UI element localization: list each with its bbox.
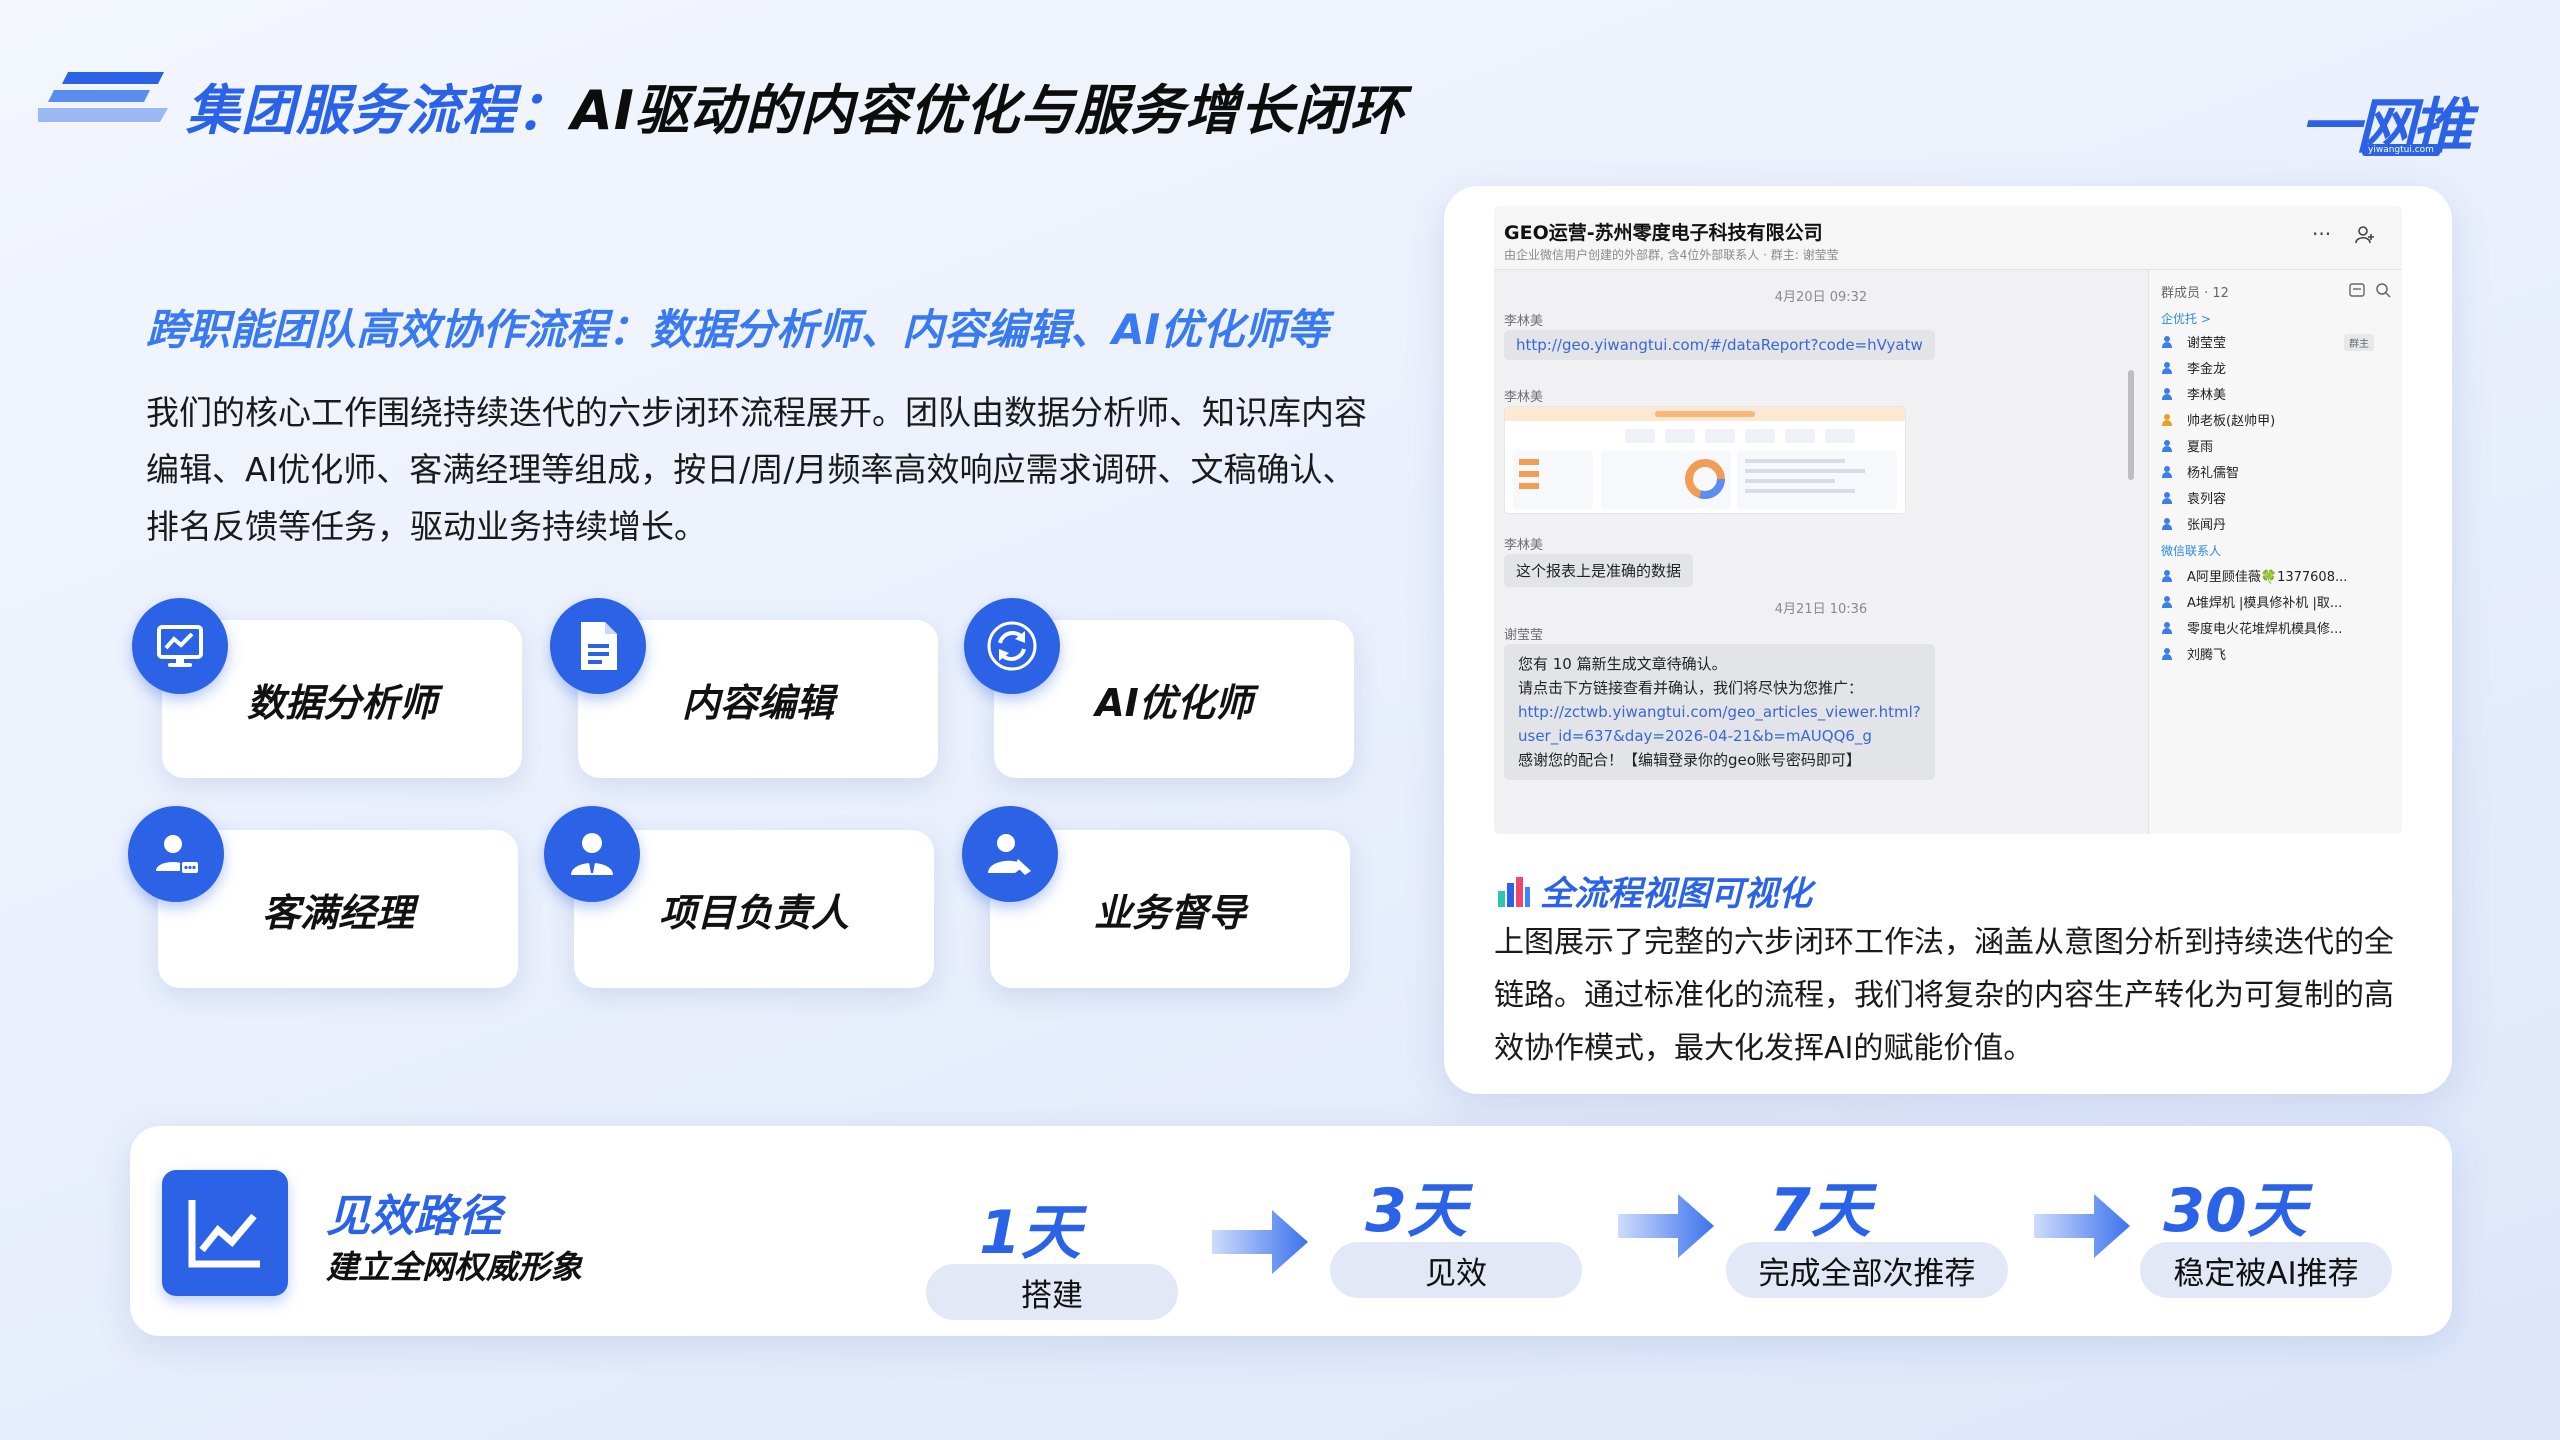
member-item[interactable]: 零度电火花堆焊机模具修...	[2161, 618, 2342, 637]
effect-path-title: 见效路径	[326, 1191, 502, 1242]
monitor-chart-icon	[132, 598, 228, 694]
chat-header: GEO运营-苏州零度电子科技有限公司 由企业微信用户创建的外部群, 含4位外部联…	[1494, 206, 2402, 270]
member-item[interactable]: 杨礼儒智	[2161, 462, 2239, 481]
chat-scrollbar[interactable]	[2128, 370, 2134, 480]
brand-logo-url: yiwangtui.com	[2362, 144, 2440, 156]
member-item[interactable]: 谢莹莹	[2161, 332, 2226, 351]
message-line: 感谢您的配合！【编辑登录你的geo账号密码即可】	[1518, 751, 1861, 769]
message-sender: 李林美	[1504, 538, 1544, 553]
step-label: 见效	[1330, 1242, 1582, 1298]
workflow-panel: GEO运营-苏州零度电子科技有限公司 由企业微信用户创建的外部群, 含4位外部联…	[1444, 186, 2452, 1094]
more-icon[interactable]: ···	[2312, 222, 2331, 246]
member-item[interactable]: 帅老板(赵帅甲)	[2161, 410, 2275, 429]
role-label: AI优化师	[1095, 680, 1253, 725]
line-chart-icon	[162, 1170, 288, 1296]
page-title-main: AI驱动的内容优化与服务增长闭环	[571, 79, 1405, 142]
collapse-panel-icon[interactable]	[2349, 283, 2365, 297]
role-label: 客满经理	[261, 890, 414, 935]
bar-chart-icon	[1498, 876, 1530, 907]
user-chat-icon	[128, 806, 224, 902]
message-sender: 谢莹莹	[1504, 628, 1544, 643]
timestamp: 4月21日 10:36	[1774, 602, 1868, 617]
person-icon	[2161, 387, 2173, 400]
person-icon	[2161, 595, 2173, 608]
arrow-right-icon	[2034, 1194, 2130, 1258]
member-item[interactable]: 袁列容	[2161, 488, 2226, 507]
message-line: 请点击下方链接查看并确认，我们将尽快为您推广：	[1518, 679, 1864, 697]
member-category-internal[interactable]: 企优托 >	[2161, 310, 2211, 327]
step-duration: 30天	[2163, 1176, 2307, 1246]
member-category-wechat[interactable]: 微信联系人	[2161, 542, 2221, 559]
message-sender: 李林美	[1504, 390, 1544, 405]
feature-description: 上图展示了完整的六步闭环工作法，涵盖从意图分析到持续迭代的全链路。通过标准化的流…	[1494, 925, 2394, 1066]
search-icon[interactable]	[2375, 282, 2391, 298]
person-icon	[2161, 413, 2173, 426]
member-item[interactable]: A堆焊机 |模具修补机 |取...	[2161, 592, 2342, 611]
message-bubble: 这个报表上是准确的数据	[1504, 554, 1694, 587]
person-icon	[2161, 335, 2173, 348]
effect-path-bar: 见效路径 建立全网权威形象 1天 搭建 3天 见效 7天 完成全部次推荐 30天…	[130, 1126, 2452, 1336]
article-link-line-2[interactable]: user_id=637&day=2026-04-21&b=mAUQQ6_g	[1518, 724, 1921, 748]
member-item[interactable]: A阿里顾佳薇🍀1377608...	[2161, 566, 2347, 585]
role-label: 数据分析师	[246, 680, 437, 725]
members-header: 群成员 · 12	[2161, 286, 2229, 301]
step-label: 完成全部次推荐	[1726, 1242, 2008, 1298]
effect-path-subtitle: 建立全网权威形象	[326, 1248, 583, 1286]
brand-logo: 一网推 yiwangtui.com	[2300, 78, 2480, 166]
step-duration: 3天	[1365, 1176, 1467, 1246]
member-item[interactable]: 李林美	[2161, 384, 2226, 403]
person-icon	[2161, 569, 2173, 582]
member-item[interactable]: 张闻丹	[2161, 514, 2226, 533]
member-item[interactable]: 夏雨	[2161, 436, 2213, 455]
intro-paragraph: 我们的核心工作围绕持续迭代的六步闭环流程展开。团队由数据分析师、知识库内容编辑、…	[146, 393, 1367, 546]
page-title-highlight: 集团服务流程：	[186, 79, 571, 142]
member-list: 群成员 · 12 企优托 > 谢莹莹 群主 李金龙 李林美 帅老板(赵帅甲) 夏…	[2148, 270, 2402, 834]
person-icon	[2161, 517, 2173, 530]
chat-screenshot: GEO运营-苏州零度电子科技有限公司 由企业微信用户创建的外部群, 含4位外部联…	[1494, 206, 2402, 834]
owner-badge: 群主	[2344, 334, 2374, 351]
header-stripes-decoration	[38, 72, 168, 122]
section-title: 跨职能团队高效协作流程：数据分析师、内容编辑、AI优化师等	[146, 305, 1329, 354]
chat-messages: 4月20日 09:32 李林美 http://geo.yiwangtui.com…	[1494, 270, 2148, 834]
step-duration: 7天	[1769, 1176, 1871, 1246]
person-icon	[2161, 621, 2173, 634]
article-confirm-bubble: 您有 10 篇新生成文章待确认。 请点击下方链接查看并确认，我们将尽快为您推广：…	[1504, 644, 1935, 780]
refresh-cycle-icon	[964, 598, 1060, 694]
page-title: 集团服务流程：AI驱动的内容优化与服务增长闭环	[186, 66, 1405, 145]
article-link-line-1[interactable]: http://zctwb.yiwangtui.com/geo_articles_…	[1518, 700, 1921, 724]
person-icon	[2161, 439, 2173, 452]
group-title: GEO运营-苏州零度电子科技有限公司	[1504, 222, 1823, 244]
supervisor-icon	[962, 806, 1058, 902]
person-icon	[2161, 491, 2173, 504]
manager-icon	[544, 806, 640, 902]
person-icon	[2161, 361, 2173, 374]
timestamp: 4月20日 09:32	[1774, 290, 1868, 305]
report-image-thumbnail[interactable]	[1504, 406, 1906, 514]
member-item[interactable]: 刘腾飞	[2161, 644, 2226, 663]
step-label: 搭建	[926, 1264, 1178, 1320]
role-label: 内容编辑	[681, 680, 834, 725]
person-icon	[2161, 647, 2173, 660]
message-sender: 李林美	[1504, 314, 1544, 329]
step-label: 稳定被AI推荐	[2140, 1242, 2392, 1298]
member-item[interactable]: 李金龙	[2161, 358, 2226, 377]
message-line: 您有 10 篇新生成文章待确认。	[1518, 655, 1727, 673]
role-label: 项目负责人	[658, 890, 849, 935]
document-icon	[550, 598, 646, 694]
step-duration: 1天	[979, 1198, 1081, 1268]
arrow-right-icon	[1618, 1194, 1714, 1258]
report-link-bubble[interactable]: http://geo.yiwangtui.com/#/dataReport?co…	[1504, 330, 1935, 360]
add-member-icon[interactable]	[2354, 224, 2376, 246]
feature-title: 全流程视图可视化	[1496, 866, 1812, 915]
group-subtitle: 由企业微信用户创建的外部群, 含4位外部联系人 · 群主: 谢莹莹	[1504, 248, 1839, 262]
role-label: 业务督导	[1093, 890, 1246, 935]
arrow-right-icon	[1212, 1210, 1308, 1274]
person-icon	[2161, 465, 2173, 478]
